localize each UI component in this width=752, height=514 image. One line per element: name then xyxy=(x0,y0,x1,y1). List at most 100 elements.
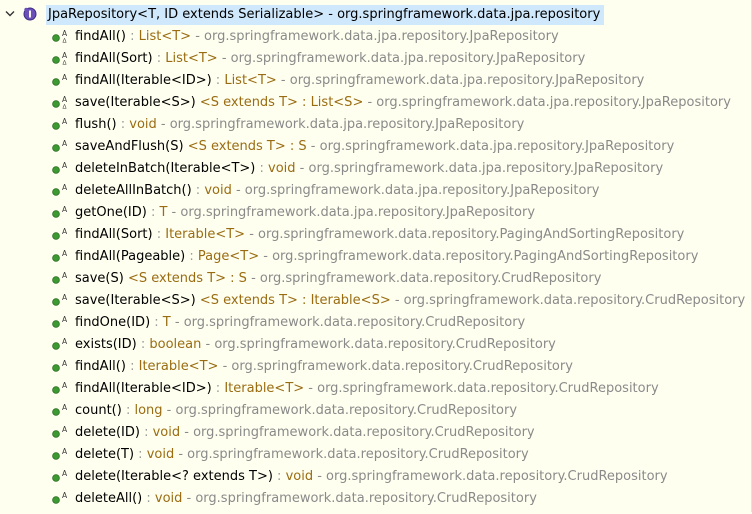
public-method-icon: A xyxy=(52,183,68,198)
declaring-type: - org.springframework.data.jpa.repositor… xyxy=(217,51,586,66)
method-signature: save(Iterable<S>) <S extends T> : Iterab… xyxy=(75,290,745,312)
svg-text:A: A xyxy=(62,360,68,368)
type-separator: : xyxy=(150,315,163,330)
chevron-down-icon[interactable] xyxy=(3,7,17,21)
method-signature: deleteInBatch(Iterable<T>) : void - org.… xyxy=(75,158,663,180)
method-signature: flush() : void - org.springframework.dat… xyxy=(75,114,524,136)
type-separator: : xyxy=(121,403,135,418)
method-row[interactable]: Asave(Iterable<S>) <S extends T> : Itera… xyxy=(0,290,752,312)
method-row[interactable]: AfindAll(Sort) : Iterable<T> - org.sprin… xyxy=(0,224,752,246)
public-method-icon: A xyxy=(52,359,68,374)
type-separator: : xyxy=(185,249,198,264)
type-separator: : xyxy=(152,51,166,66)
public-method-icon: A xyxy=(52,447,68,462)
return-type: List<T> xyxy=(138,29,192,44)
method-name: deleteAllInBatch() xyxy=(75,183,192,198)
method-row[interactable]: AfindAll(Iterable<ID>) : List<T> - org.s… xyxy=(0,70,752,92)
method-signature: exists(ID) : boolean - org.springframewo… xyxy=(75,334,556,356)
svg-text:A: A xyxy=(62,382,68,390)
svg-text:A: A xyxy=(62,294,68,302)
declaring-type: - org.springframework.data.jpa.repositor… xyxy=(191,29,559,44)
interface-title[interactable]: JpaRepository<T, ID extends Serializable… xyxy=(46,5,605,25)
svg-text:A: A xyxy=(62,162,68,170)
type-separator: : xyxy=(191,183,205,198)
type-separator: : xyxy=(152,227,166,242)
public-method-icon: A xyxy=(52,469,68,484)
declaring-type: - org.springframework.data.repository.Cr… xyxy=(174,447,529,462)
method-name: delete(ID) xyxy=(75,425,140,440)
method-row[interactable]: AfindAll() : Iterable<T> - org.springfra… xyxy=(0,356,752,378)
return-type: T xyxy=(162,315,171,330)
method-signature: findAll(Iterable<ID>) : Iterable<T> - or… xyxy=(75,378,659,400)
return-type: Iterable<T> xyxy=(165,227,246,242)
method-row[interactable]: AgetOne(ID) : T - org.springframework.da… xyxy=(0,202,752,224)
method-row[interactable]: A ∆ findAll(Sort) : List<T> - org.springfr… xyxy=(0,48,752,70)
type-separator: : xyxy=(116,117,130,132)
return-type: Page<T> xyxy=(197,249,260,264)
method-name: saveAndFlush(S) xyxy=(75,139,184,154)
svg-text:A: A xyxy=(62,250,68,258)
method-name: findAll() xyxy=(75,29,126,44)
declaring-type: - org.springframework.data.repository.Cr… xyxy=(218,359,573,374)
public-method-icon: A ∆ xyxy=(52,29,68,45)
method-signature: findAll(Pageable) : Page<T> - org.spring… xyxy=(75,246,698,268)
method-row[interactable]: AsaveAndFlush(S) <S extends T> : S - org… xyxy=(0,136,752,158)
method-row[interactable]: Asave(S) <S extends T> : S - org.springf… xyxy=(0,268,752,290)
method-name: exists(ID) xyxy=(75,337,137,352)
svg-text:A: A xyxy=(62,272,68,280)
declaring-type: - org.springframework.data.jpa.repositor… xyxy=(363,95,731,110)
return-type: void xyxy=(204,183,232,198)
method-row[interactable]: AfindAll(Pageable) : Page<T> - org.sprin… xyxy=(0,246,752,268)
method-name: getOne(ID) xyxy=(75,205,147,220)
method-signature: findAll(Sort) : Iterable<T> - org.spring… xyxy=(75,224,684,246)
method-signature: deleteAll() : void - org.springframework… xyxy=(75,488,537,510)
return-type: <S extends T> : List<S> xyxy=(199,95,364,110)
method-row[interactable]: A ∆ findAll() : List<T> - org.springframew… xyxy=(0,26,752,48)
type-separator: : xyxy=(134,447,147,462)
method-row[interactable]: A ∆ save(Iterable<S>) <S extends T> : List… xyxy=(0,92,752,114)
method-name: count() xyxy=(75,403,122,418)
method-name: findAll(Iterable<ID>) xyxy=(75,73,212,88)
declaring-type: - org.springframework.data.jpa.repositor… xyxy=(276,73,645,88)
method-signature: count() : long - org.springframework.dat… xyxy=(75,400,517,422)
method-name: deleteAll() xyxy=(75,491,143,506)
method-name: delete(Iterable<? extends T>) xyxy=(75,469,273,484)
type-separator: : xyxy=(125,29,139,44)
return-type: List<T> xyxy=(224,73,277,88)
svg-text:A: A xyxy=(62,448,68,456)
member-list: A ∆ findAll() : List<T> - org.springframew… xyxy=(0,26,752,510)
method-name: save(S) xyxy=(75,271,124,286)
method-row[interactable]: AfindAll(Iterable<ID>) : Iterable<T> - o… xyxy=(0,378,752,400)
declaring-type: - org.springframework.data.jpa.repositor… xyxy=(306,139,675,154)
method-signature: delete(Iterable<? extends T>) : void - o… xyxy=(75,466,668,488)
method-row[interactable]: Adelete(Iterable<? extends T>) : void - … xyxy=(0,466,752,488)
type-separator: : xyxy=(255,161,269,176)
method-row[interactable]: Acount() : long - org.springframework.da… xyxy=(0,400,752,422)
tree-root-node[interactable]: I ● JpaRepository<T, ID extends Serializ… xyxy=(0,4,752,26)
method-row[interactable]: AfindOne(ID) : T - org.springframework.d… xyxy=(0,312,752,334)
method-signature: findAll() : Iterable<T> - org.springfram… xyxy=(75,356,573,378)
method-row[interactable]: Aflush() : void - org.springframework.da… xyxy=(0,114,752,136)
declaring-type: - org.springframework.data.repository.Cr… xyxy=(201,337,556,352)
svg-text:∆: ∆ xyxy=(62,104,68,111)
return-type: long xyxy=(134,403,163,418)
declaring-type: - org.springframework.data.repository.Cr… xyxy=(162,403,518,418)
type-separator: : xyxy=(146,205,160,220)
declaring-type: - org.springframework.data.jpa.repositor… xyxy=(167,205,536,220)
method-row[interactable]: Adelete(T) : void - org.springframework.… xyxy=(0,444,752,466)
method-row[interactable]: AdeleteInBatch(Iterable<T>) : void - org… xyxy=(0,158,752,180)
type-separator: : xyxy=(125,359,139,374)
method-row[interactable]: Adelete(ID) : void - org.springframework… xyxy=(0,422,752,444)
type-separator: : xyxy=(139,425,153,440)
method-row[interactable]: Aexists(ID) : boolean - org.springframew… xyxy=(0,334,752,356)
return-type: Iterable<T> xyxy=(224,381,305,396)
method-row[interactable]: AdeleteAll() : void - org.springframewor… xyxy=(0,488,752,510)
svg-text:∆: ∆ xyxy=(62,38,68,45)
declaring-type: - org.springframework.data.repository.Cr… xyxy=(313,469,668,484)
type-separator: : xyxy=(211,73,225,88)
declaring-type: - org.springframework.data.jpa.repositor… xyxy=(295,161,664,176)
svg-text:A: A xyxy=(62,492,68,500)
public-method-icon: A xyxy=(52,337,68,352)
declaring-type: - org.springframework.data.jpa.repositor… xyxy=(156,117,525,132)
method-row[interactable]: AdeleteAllInBatch() : void - org.springf… xyxy=(0,180,752,202)
